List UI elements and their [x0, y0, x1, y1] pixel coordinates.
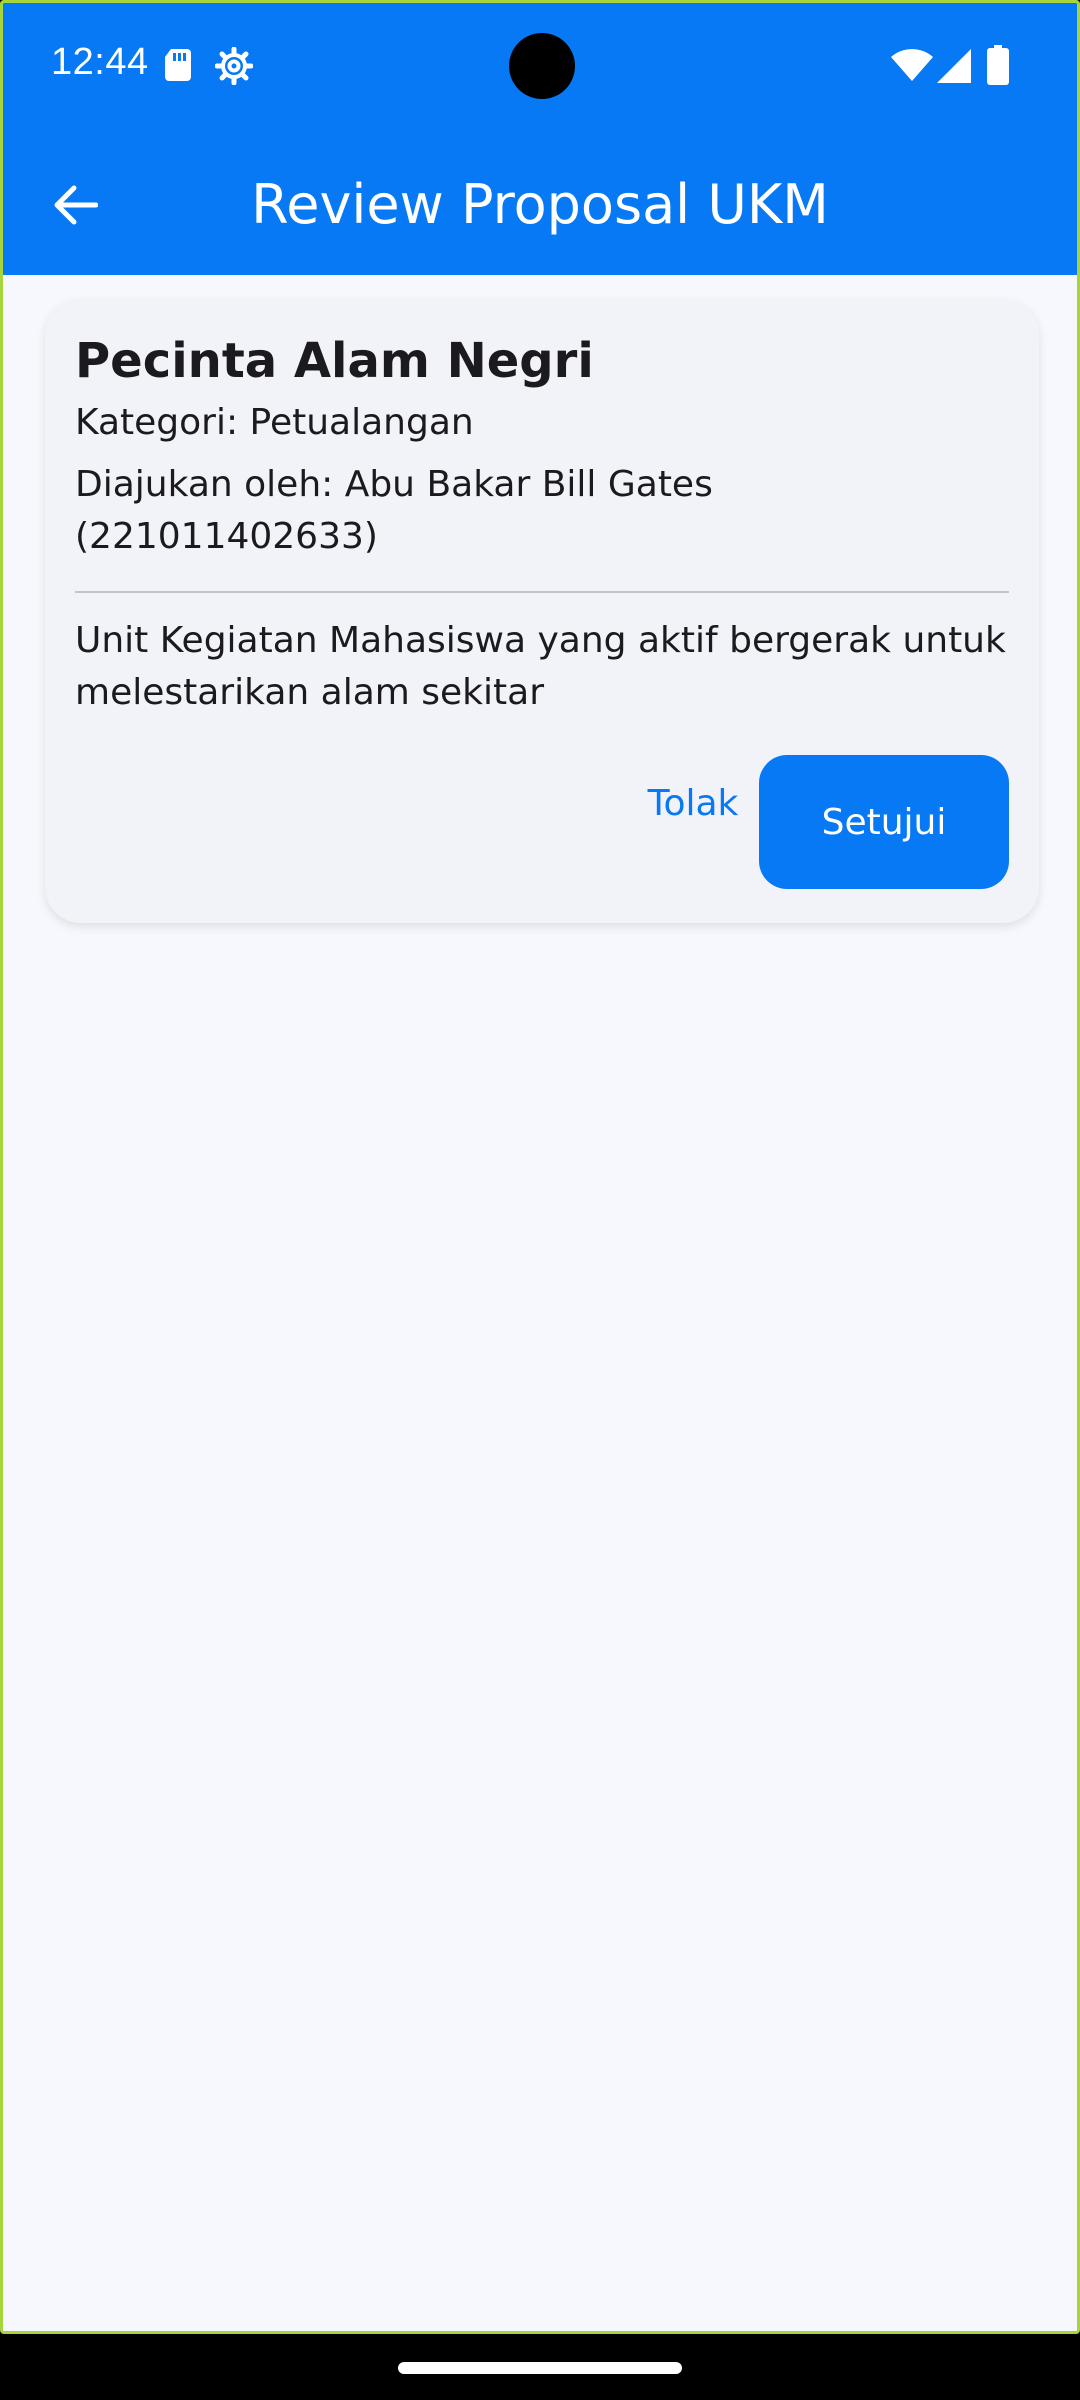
proposal-card: Pecinta Alam Negri Kategori: Petualangan… — [45, 299, 1039, 923]
ukm-category: Kategori: Petualangan — [75, 402, 474, 443]
wifi-icon — [891, 49, 933, 81]
divider — [75, 591, 1009, 593]
navigation-bar — [0, 2334, 1080, 2400]
app-screen: 12:44 Review Proposal UKM Pecinta Alam N… — [0, 0, 1080, 2334]
signal-icon — [937, 49, 971, 83]
home-indicator[interactable] — [398, 2362, 682, 2374]
status-bar: 12:44 — [3, 3, 1077, 131]
camera-cutout — [509, 33, 575, 99]
settings-icon — [215, 47, 253, 85]
battery-icon — [987, 45, 1009, 85]
approve-button[interactable]: Setujui — [759, 755, 1009, 889]
ukm-submitter: Diajukan oleh: Abu Bakar Bill Gates (221… — [75, 464, 713, 557]
app-bar: 12:44 Review Proposal UKM — [3, 3, 1077, 275]
ukm-description: Unit Kegiatan Mahasiswa yang aktif berge… — [75, 620, 1006, 713]
ukm-name: Pecinta Alam Negri — [75, 333, 594, 389]
sd-card-icon — [165, 49, 191, 81]
page-title: Review Proposal UKM — [251, 173, 829, 236]
status-time: 12:44 — [51, 41, 149, 83]
